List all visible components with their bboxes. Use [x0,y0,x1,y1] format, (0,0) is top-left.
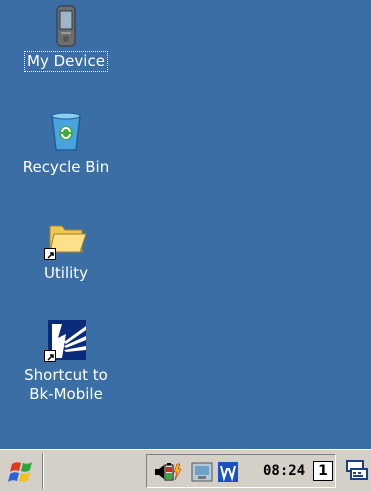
battery-charging-icon[interactable] [161,461,183,483]
shortcut-arrow-icon [44,350,56,362]
start-button[interactable] [4,454,40,488]
desktop-icon-utility[interactable]: Utility [11,216,121,283]
input-indicator[interactable]: 1 [313,461,333,481]
windows-flag-icon [8,462,32,482]
icon-label: Recycle Bin [22,158,110,176]
icon-label: Shortcut to Bk-Mobile [24,366,108,403]
desktop-icon-recycle-bin[interactable]: Recycle Bin [11,110,121,177]
shortcut-arrow-icon [44,248,56,260]
my-device-icon [44,4,88,48]
input-indicator-label: 1 [318,463,328,479]
desktop: My Device Recycle Bin Utility Shortcut t… [0,0,371,449]
folder-icon [44,216,88,260]
taskbar: 08:24 1 [0,449,371,492]
recycle-bin-icon [44,110,88,154]
taskbar-separator [42,453,44,489]
network-icon[interactable] [191,461,213,483]
icon-label: Utility [43,264,89,282]
clock[interactable]: 08:24 [263,463,305,479]
bk-mobile-icon [44,318,88,362]
desktop-icon-bk-mobile[interactable]: Shortcut to Bk-Mobile [11,318,121,404]
keyboard-icon[interactable] [341,455,371,487]
desktop-icon-my-device[interactable]: My Device [11,4,121,72]
system-tray: 08:24 1 [146,454,336,488]
word-icon[interactable] [217,461,239,483]
icon-label: My Device [24,51,108,72]
